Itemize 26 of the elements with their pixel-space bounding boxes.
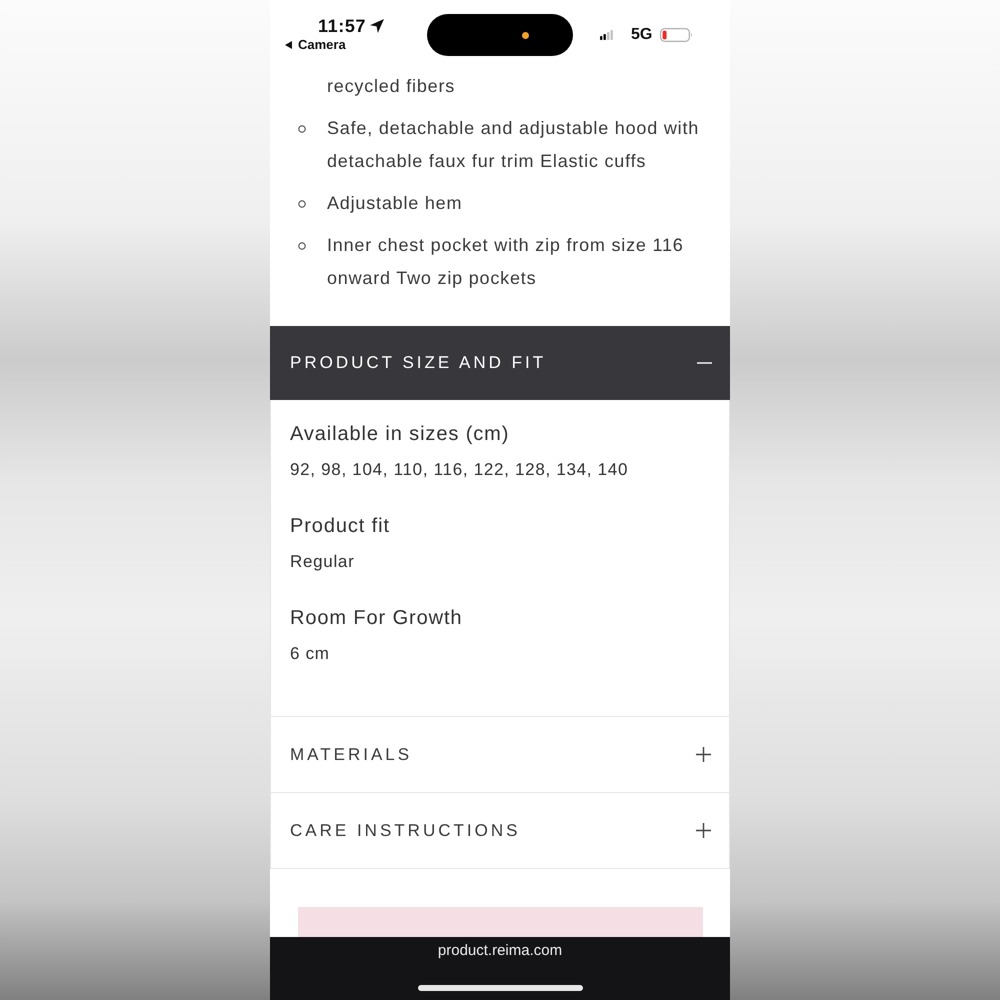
bullet-icon [298,124,306,132]
bullet-icon [298,242,306,250]
url-text[interactable]: product.reima.com [438,942,562,960]
back-triangle-icon [285,40,292,48]
detail-label: Available in sizes (cm) [290,422,510,447]
detail-value: 92, 98, 104, 110, 116, 122, 128, 134, 140 [290,459,628,481]
plus-icon [696,823,711,838]
back-link[interactable]: Camera [285,37,346,52]
detail-value: 6 cm [290,643,330,665]
feature-text: recycled fibers [327,75,456,98]
status-time: 11:57 [318,15,366,37]
feature-text: Safe, detachable and adjustable hood with detachable faux fur trim Elastic cuffs [327,117,700,173]
bullet-icon [298,200,306,208]
minus-icon [697,362,712,364]
battery-icon [660,28,694,42]
location-arrow-icon [370,19,384,33]
plus-icon [696,747,711,762]
detail-label: Product fit [290,514,390,539]
detail-label: Room For Growth [290,606,462,631]
feature-text: Adjustable hem [327,192,462,215]
network-label: 5G [631,27,652,43]
indicator-dot-icon [522,32,529,39]
feature-text: Inner chest pocket with zip from size 116 onward Two zip pockets [327,234,685,290]
signal-icon [600,30,613,40]
accordion-header[interactable]: PRODUCT SIZE AND FIT [270,326,730,400]
detail-value: Regular [290,551,354,573]
